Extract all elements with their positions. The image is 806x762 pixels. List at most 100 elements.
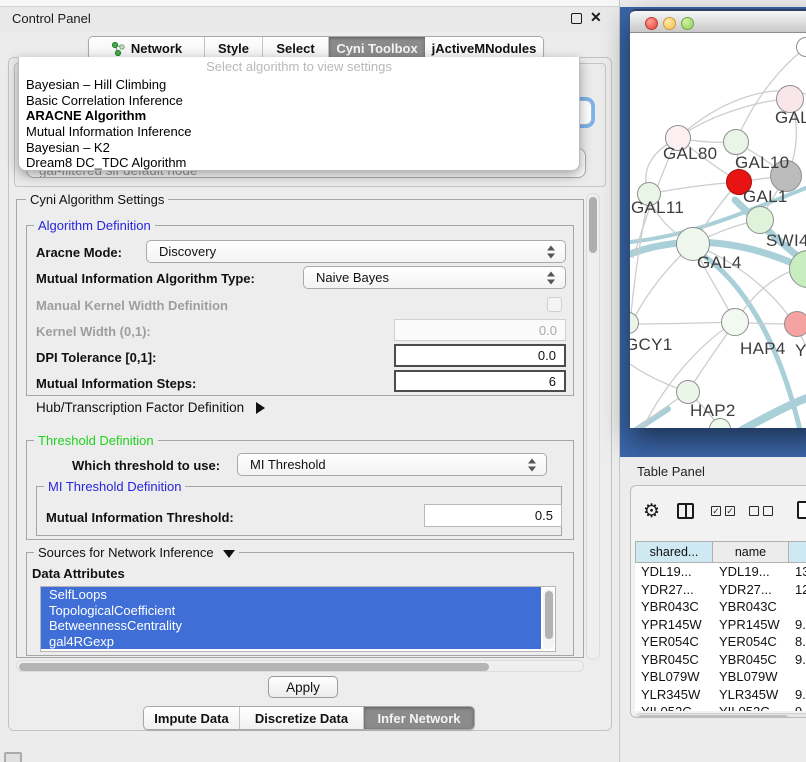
tab-impute-data[interactable]: Impute Data: [144, 707, 240, 729]
gear-icon[interactable]: ⚙: [643, 500, 660, 523]
table-row[interactable]: YBR043C YBR043C: [635, 598, 806, 616]
table-row[interactable]: YLR345W YLR345W 9.: [635, 686, 806, 704]
algorithm-option[interactable]: Bayesian – K2: [19, 140, 579, 156]
column-header-partial[interactable]: A: [789, 541, 806, 563]
which-threshold-select[interactable]: MI Threshold: [237, 453, 547, 476]
table-row[interactable]: YDL19... YDL19... 13: [635, 563, 806, 581]
list-scrollbar[interactable]: [543, 589, 554, 649]
stepper-arrows-icon: [547, 271, 556, 284]
data-attributes-list: SelfLoops TopologicalCoefficient Between…: [40, 586, 556, 652]
stepper-arrows-icon: [547, 245, 556, 258]
tab-style[interactable]: Style: [205, 37, 263, 59]
table-row[interactable]: YBR045C YBR045C 9.: [635, 651, 806, 669]
node-label: GAL80: [663, 144, 717, 164]
close-icon[interactable]: ✕: [590, 9, 602, 26]
tab-discretize-data[interactable]: Discretize Data: [240, 707, 364, 729]
toolbar-edge: [0, 0, 619, 7]
node-label: GAL10: [735, 153, 789, 173]
close-traffic-light-icon[interactable]: [645, 17, 658, 30]
table-panel-region: Table Panel ⚙ ✓✓ shared... name A: [620, 457, 806, 762]
zoom-traffic-light-icon[interactable]: [681, 17, 694, 30]
tab-network[interactable]: Network: [89, 37, 205, 59]
settings-horizontal-scrollbar-thumb[interactable]: [19, 663, 489, 671]
network-window-titlebar[interactable]: [630, 11, 806, 33]
hub-tf-definition-expander[interactable]: Hub/Transcription Factor Definition: [36, 400, 265, 415]
sources-title[interactable]: Sources for Network Inference: [34, 545, 239, 560]
kernel-width-field: 0.0: [394, 319, 566, 341]
toolbar-edge: [620, 0, 806, 7]
which-threshold-value: MI Threshold: [250, 457, 326, 472]
algorithm-option[interactable]: Basic Correlation Inference: [19, 93, 579, 109]
tab-select[interactable]: Select: [263, 37, 329, 59]
list-item[interactable]: BetweennessCentrality: [41, 618, 541, 634]
algorithm-option[interactable]: Dream8 DC_TDC Algorithm: [19, 155, 579, 171]
which-threshold-label: Which threshold to use:: [72, 458, 220, 473]
algorithm-option[interactable]: Mutual Information Inference: [19, 124, 579, 140]
column-header-name[interactable]: name: [713, 541, 789, 563]
node-label: SWI4: [766, 231, 806, 251]
expanded-arrow-icon: [223, 550, 235, 558]
network-node[interactable]: [723, 129, 749, 155]
settings-vertical-scrollbar[interactable]: [586, 193, 600, 660]
algorithm-option[interactable]: Bayesian – Hill Climbing: [19, 77, 579, 93]
dock-grip-icon[interactable]: [4, 752, 22, 762]
mi-algorithm-type-select[interactable]: Naive Bayes: [303, 266, 566, 289]
aracne-mode-value: Discovery: [159, 244, 216, 259]
file-icon[interactable]: [797, 501, 806, 519]
table-row[interactable]: YIL052C YIL052C 9: [635, 703, 806, 711]
list-item[interactable]: TopologicalCoefficient: [41, 603, 541, 619]
screen: Control Panel ✕ Network Style Select Cyn…: [0, 0, 806, 762]
network-node[interactable]: [784, 311, 806, 337]
kernel-width-label: Kernel Width (0,1):: [36, 324, 151, 339]
table-row[interactable]: YDR27... YDR27... 12: [635, 581, 806, 599]
tab-infer-network[interactable]: Infer Network: [364, 707, 474, 729]
manual-kernel-width-label: Manual Kernel Width Definition: [36, 298, 228, 313]
column-layout-icon[interactable]: [677, 503, 694, 519]
list-item[interactable]: gal4RGexp: [41, 634, 541, 650]
settings-horizontal-scrollbar[interactable]: [16, 660, 584, 672]
tab-cyni-toolbox[interactable]: Cyni Toolbox: [329, 37, 425, 59]
float-window-icon[interactable]: [571, 13, 582, 24]
tab-jactivemnodules[interactable]: jActiveMNodules: [425, 37, 543, 59]
settings-vertical-scrollbar-thumb[interactable]: [589, 197, 597, 253]
node-label: Y: [795, 341, 806, 361]
list-item[interactable]: SelfLoops: [41, 587, 541, 603]
apply-button[interactable]: Apply: [268, 676, 338, 698]
list-scrollbar-thumb[interactable]: [545, 591, 553, 639]
column-header-shared-name[interactable]: shared...: [635, 541, 713, 563]
table-row[interactable]: YER054C YER054C 8.: [635, 633, 806, 651]
algorithm-option-selected[interactable]: ARACNE Algorithm: [19, 108, 579, 124]
data-attributes-label: Data Attributes: [32, 566, 125, 581]
control-panel-title: Control Panel: [12, 11, 91, 26]
dropdown-hint: Select algorithm to view settings: [19, 57, 579, 77]
table-panel-title: Table Panel: [637, 464, 705, 479]
table-horizontal-scrollbar-thumb[interactable]: [638, 715, 788, 718]
network-node[interactable]: [721, 308, 749, 336]
threshold-definition-title: Threshold Definition: [34, 433, 158, 448]
mi-threshold-field[interactable]: 0.5: [424, 504, 562, 527]
stepper-arrows-icon: [528, 458, 537, 471]
network-canvas[interactable]: GAL GAL80 GAL10 GAL1 GAL11 SWI4 GAL4 GCY…: [630, 33, 806, 428]
node-label: GAL: [775, 108, 806, 128]
mi-threshold-definition-title: MI Threshold Definition: [44, 479, 185, 494]
table-row[interactable]: YBL079W YBL079W: [635, 668, 806, 686]
cyni-bottom-tabbar: Impute Data Discretize Data Infer Networ…: [143, 706, 475, 730]
table-horizontal-scrollbar[interactable]: [635, 713, 806, 718]
minimize-traffic-light-icon[interactable]: [663, 17, 676, 30]
tab-label: Network: [131, 41, 182, 56]
aracne-mode-select[interactable]: Discovery: [146, 240, 566, 263]
node-label: GAL11: [631, 198, 684, 218]
algorithm-definition-title: Algorithm Definition: [34, 218, 155, 233]
manual-kernel-width-checkbox: [547, 297, 562, 312]
table-panel-window: ⚙ ✓✓ shared... name A YDL19...: [630, 485, 806, 718]
mi-steps-field[interactable]: 6: [394, 370, 566, 392]
table-row[interactable]: YPR145W YPR145W 9.: [635, 616, 806, 634]
network-view-window[interactable]: GAL GAL80 GAL10 GAL1 GAL11 SWI4 GAL4 GCY…: [630, 9, 806, 428]
network-node[interactable]: [746, 206, 774, 234]
node-label: GAL4: [697, 253, 742, 273]
dpi-tolerance-field[interactable]: 0.0: [394, 344, 566, 367]
deselect-all-checkboxes-icon[interactable]: [749, 506, 773, 516]
mi-algorithm-type-value: Naive Bayes: [316, 270, 389, 285]
select-all-checkboxes-icon[interactable]: ✓✓: [711, 506, 735, 516]
node-label: GAL1: [743, 187, 788, 207]
